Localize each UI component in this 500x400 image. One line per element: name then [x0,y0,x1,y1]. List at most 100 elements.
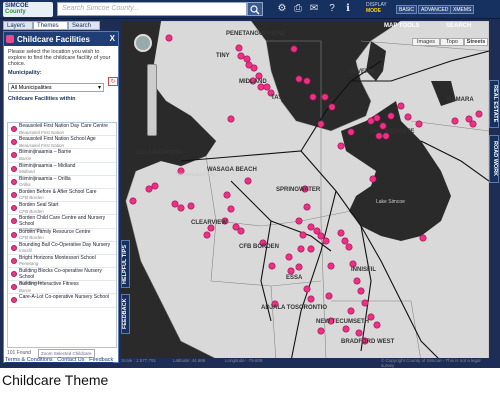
map-tools-button[interactable]: MAP TOOLS [384,23,419,33]
terms-link[interactable]: Terms & Conditions [5,357,53,363]
childcare-map-marker[interactable] [341,237,349,245]
childcare-map-marker[interactable] [317,232,325,240]
search-button[interactable] [247,2,263,16]
childcare-map-marker[interactable] [203,231,211,239]
list-item[interactable]: Bounding Ball Co-Operative Day Nursery In… [8,242,116,255]
childcare-map-marker[interactable] [151,182,159,190]
childcare-map-marker[interactable] [361,299,369,307]
tab-themes[interactable]: Themes [33,21,68,30]
childcare-map-marker[interactable] [223,191,231,199]
list-item[interactable]: Bright Horizons Montessori School Penetan… [8,255,116,269]
childcare-map-marker[interactable] [337,229,345,237]
childcare-map-marker[interactable] [342,325,350,333]
facility-list[interactable]: Beausoleil First Nation Day Care Centre B… [7,122,117,348]
childcare-map-marker[interactable] [373,321,381,329]
zoom-slider[interactable] [147,64,157,136]
childcare-map-marker[interactable] [347,128,355,136]
childcare-map-marker[interactable] [237,52,245,60]
county-logo[interactable]: SIMCOE County [3,2,53,17]
childcare-map-marker[interactable] [187,202,195,210]
share-icon[interactable]: ⚙ [276,3,288,15]
childcare-map-marker[interactable] [303,203,311,211]
childcare-map-marker[interactable] [295,217,303,225]
contact-link[interactable]: Contact Us [57,357,84,363]
childcare-map-marker[interactable] [337,142,345,150]
compass-control[interactable] [134,34,152,52]
base-tab-topo[interactable]: Topo [440,38,464,46]
childcare-map-marker[interactable] [317,327,325,335]
childcare-map-marker[interactable] [243,55,251,63]
childcare-map-marker[interactable] [322,237,330,245]
municipality-select[interactable]: All Municipalities ▾ [8,83,104,92]
childcare-map-marker[interactable] [165,34,173,42]
childcare-map-marker[interactable] [307,295,315,303]
mode-advanced-button[interactable]: ADVANCED [418,5,452,14]
base-tab-images[interactable]: Images [412,38,440,46]
tab-search[interactable]: Search [68,21,100,30]
childcare-map-marker[interactable] [287,267,295,275]
childcare-map-marker[interactable] [325,292,333,300]
childcare-map-marker[interactable] [321,93,329,101]
search-input[interactable]: Search Simcoe County... [57,2,247,16]
clear-icon[interactable]: ↻ [108,77,118,86]
childcare-map-marker[interactable] [227,115,235,123]
childcare-map-marker[interactable] [171,200,179,208]
childcare-map-marker[interactable] [328,103,336,111]
mode-xmems-button[interactable]: XMEMS [450,5,475,14]
childcare-map-marker[interactable] [307,245,315,253]
childcare-map-marker[interactable] [244,177,252,185]
list-item[interactable]: Borden Before & After School Care CFB Bor… [8,189,116,203]
map-canvas[interactable]: PENETANGUISHENE TINY SEVERN MIDLAND TAY ORO M… [121,21,489,361]
childcare-map-marker[interactable] [475,110,483,118]
list-item[interactable]: Building Interactive Fitness Barrie [8,281,116,295]
feedback-link[interactable]: Feedback [89,357,113,363]
childcare-map-marker[interactable] [451,117,459,125]
childcare-map-marker[interactable] [237,227,245,235]
list-item[interactable]: Beausoleil First Nation Day Care Centre B… [8,123,116,137]
list-item[interactable]: Biiminijinaamia – Orillia Orillia [8,176,116,189]
help-icon[interactable]: ? [326,3,338,15]
childcare-map-marker[interactable] [419,234,427,242]
childcare-map-marker[interactable] [299,231,307,239]
email-icon[interactable]: ✉ [308,3,320,15]
childcare-map-marker[interactable] [227,205,235,213]
childcare-map-marker[interactable] [285,253,293,261]
childcare-map-marker[interactable] [367,117,375,125]
childcare-map-marker[interactable] [235,44,243,52]
childcare-map-marker[interactable] [307,223,315,231]
childcare-map-marker[interactable] [129,197,137,205]
childcare-map-marker[interactable] [295,263,303,271]
feedback-tab[interactable]: FEEDBACK [121,294,130,334]
list-item[interactable]: Building Blocks Co-operative Nursery Sch… [8,268,116,285]
list-item[interactable]: Borden Child Care Centre and Nursery Sch… [8,215,116,232]
childcare-map-marker[interactable] [469,120,477,128]
mode-basic-button[interactable]: BASIC [396,5,418,14]
print-icon[interactable]: ⎙ [292,3,304,15]
list-item[interactable]: Beausoleil First Nation School Age Beauso… [8,136,116,150]
childcare-map-marker[interactable] [415,120,423,128]
childcare-map-marker[interactable] [295,75,303,83]
real-estate-tab[interactable]: REAL ESTATE [489,80,499,128]
list-item[interactable]: Borden Family Resource Centre CFB Borden [8,229,116,242]
childcare-map-marker[interactable] [250,64,258,72]
childcare-map-marker[interactable] [373,114,381,122]
childcare-map-marker[interactable] [357,287,365,295]
childcare-map-marker[interactable] [145,185,153,193]
childcare-map-marker[interactable] [268,262,276,270]
childcare-map-marker[interactable] [327,262,335,270]
childcare-map-marker[interactable] [297,245,305,253]
childcare-map-marker[interactable] [353,277,361,285]
childcare-map-marker[interactable] [177,204,185,212]
map-search-button[interactable]: SEARCH [446,23,471,33]
tab-layers[interactable]: Layers [3,21,33,30]
childcare-map-marker[interactable] [387,112,395,120]
info-icon[interactable]: ℹ [342,3,354,15]
list-item[interactable]: Care-A-Lot Co-operative Nursery School [8,294,116,308]
close-button[interactable]: X [110,34,115,43]
childcare-map-marker[interactable] [404,113,412,121]
childcare-map-marker[interactable] [290,45,298,53]
childcare-map-marker[interactable] [369,175,377,183]
childcare-map-marker[interactable] [309,93,317,101]
map-view[interactable]: PENETANGUISHENE TINY SEVERN MIDLAND TAY ORO M… [121,21,489,361]
base-tab-streets[interactable]: Streets [464,38,488,46]
